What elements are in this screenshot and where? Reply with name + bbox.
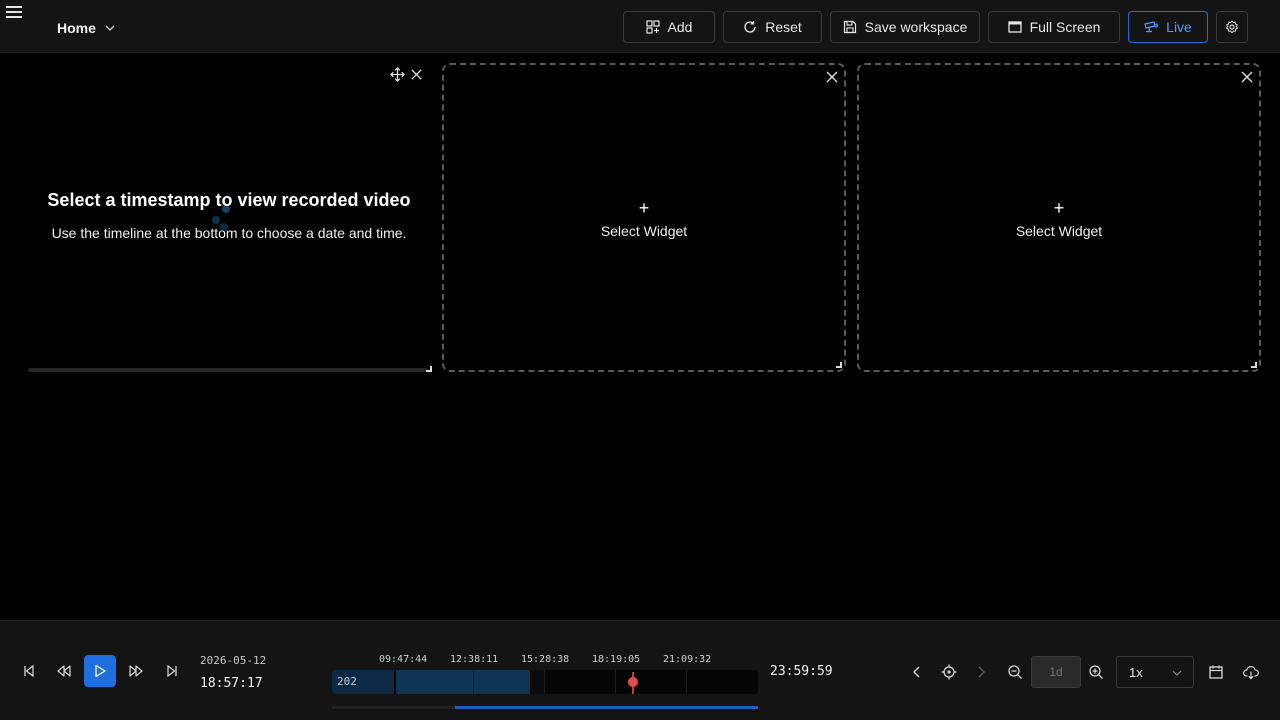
save-workspace-button[interactable]: Save workspace <box>830 11 980 43</box>
skip-forward-icon <box>167 664 177 678</box>
download-button[interactable] <box>1240 661 1262 683</box>
timeline-start-label: 202 <box>337 675 357 688</box>
hamburger-icon[interactable] <box>6 6 22 20</box>
tick-label: 09:47:44 <box>379 654 428 665</box>
zoom-level-field[interactable]: 1d <box>1031 656 1081 688</box>
select-widget-label: Select Widget <box>600 223 688 239</box>
end-time: 23:59:59 <box>770 664 833 679</box>
widget-slot[interactable]: + Select Widget <box>442 63 846 372</box>
segment-divider <box>544 670 545 694</box>
reload-icon <box>744 21 756 33</box>
segment-divider <box>473 670 474 694</box>
tick-label: 21:09:32 <box>663 654 712 665</box>
chevron-down-icon <box>105 25 115 31</box>
segment-divider <box>686 670 687 694</box>
add-label: Add <box>667 19 693 35</box>
widget-slot[interactable]: + Select Widget <box>857 63 1261 372</box>
camera-icon <box>1144 21 1159 33</box>
close-icon[interactable] <box>409 67 424 82</box>
recorded-video-subtitle: Use the timeline at the bottom to choose… <box>51 225 407 241</box>
tick-label: 12:38:11 <box>450 654 499 665</box>
previous-button[interactable] <box>906 661 928 683</box>
settings-button[interactable] <box>1216 11 1248 43</box>
current-time: 18:57:17 <box>200 676 263 691</box>
skip-back-icon <box>24 664 34 678</box>
resize-handle-icon[interactable] <box>1251 362 1257 368</box>
full-screen-label: Full Screen <box>1029 19 1101 35</box>
save-label: Save workspace <box>864 19 968 35</box>
home-dropdown[interactable]: Home <box>57 18 116 38</box>
recorded-video-widget: Select a timestamp to view recorded vide… <box>28 63 432 372</box>
add-button[interactable]: Add <box>623 11 715 43</box>
resize-handle-icon[interactable] <box>426 366 432 372</box>
reset-label: Reset <box>765 19 802 35</box>
gear-icon <box>1226 20 1238 34</box>
zoom-in-button[interactable] <box>1085 661 1107 683</box>
segment-divider <box>615 670 616 694</box>
tick-label: 18:19:05 <box>592 654 641 665</box>
plus-icon: + <box>638 198 650 218</box>
home-label: Home <box>57 20 96 36</box>
scrollbar-thumb[interactable] <box>455 706 758 709</box>
live-button[interactable]: Live <box>1128 11 1208 43</box>
fast-forward-button[interactable] <box>122 657 150 685</box>
recording-segment[interactable] <box>396 670 530 694</box>
save-icon <box>843 20 856 34</box>
cloud-download-icon <box>1243 666 1259 680</box>
calendar-button[interactable] <box>1205 661 1227 683</box>
zoom-out-icon <box>1008 665 1022 679</box>
close-icon[interactable] <box>826 71 838 83</box>
playhead-handle[interactable] <box>628 677 638 687</box>
calendar-icon <box>1209 665 1223 679</box>
recorded-video-title: Select a timestamp to view recorded vide… <box>47 190 411 210</box>
rewind-icon <box>57 665 71 677</box>
skip-to-end-button[interactable] <box>158 657 186 685</box>
widget-tools <box>390 67 424 82</box>
zoom-out-button[interactable] <box>1004 661 1026 683</box>
horizontal-scrollbar[interactable] <box>28 368 428 372</box>
chevron-down-icon <box>1172 670 1182 676</box>
top-bar: Home Add Reset Save workspace Full Scree… <box>0 0 1280 53</box>
close-icon[interactable] <box>1241 71 1253 83</box>
timeline-bar: 2026-05-12 18:57:17 09:47:44 12:38:11 15… <box>0 620 1280 720</box>
chevron-left-icon <box>913 666 920 678</box>
resize-handle-icon[interactable] <box>836 362 842 368</box>
plus-icon: + <box>1053 198 1065 218</box>
playback-speed-select[interactable]: 1x <box>1116 656 1194 688</box>
next-button[interactable] <box>970 661 992 683</box>
speed-value: 1x <box>1129 664 1143 680</box>
tick-label: 15:28:38 <box>521 654 570 665</box>
fast-forward-icon <box>129 665 143 677</box>
grid-add-icon <box>645 20 660 34</box>
timeline-track[interactable]: 202 <box>332 670 758 694</box>
segment-gap <box>530 670 544 694</box>
current-date: 2026-05-12 <box>200 654 267 667</box>
full-screen-button[interactable]: Full Screen <box>988 11 1120 43</box>
center-on-now-button[interactable] <box>938 661 960 683</box>
reset-button[interactable]: Reset <box>723 11 822 43</box>
play-button[interactable] <box>84 655 116 687</box>
timeline-scrollbar[interactable] <box>332 706 758 709</box>
zoom-in-icon <box>1089 665 1103 679</box>
crosshair-icon <box>941 664 957 680</box>
chevron-right-icon <box>978 666 985 678</box>
select-widget-label: Select Widget <box>1015 223 1103 239</box>
play-icon <box>95 664 106 678</box>
skip-to-start-button[interactable] <box>15 657 43 685</box>
live-label: Live <box>1166 19 1192 35</box>
move-icon[interactable] <box>390 67 405 82</box>
window-icon <box>1007 21 1022 33</box>
rewind-button[interactable] <box>50 657 78 685</box>
